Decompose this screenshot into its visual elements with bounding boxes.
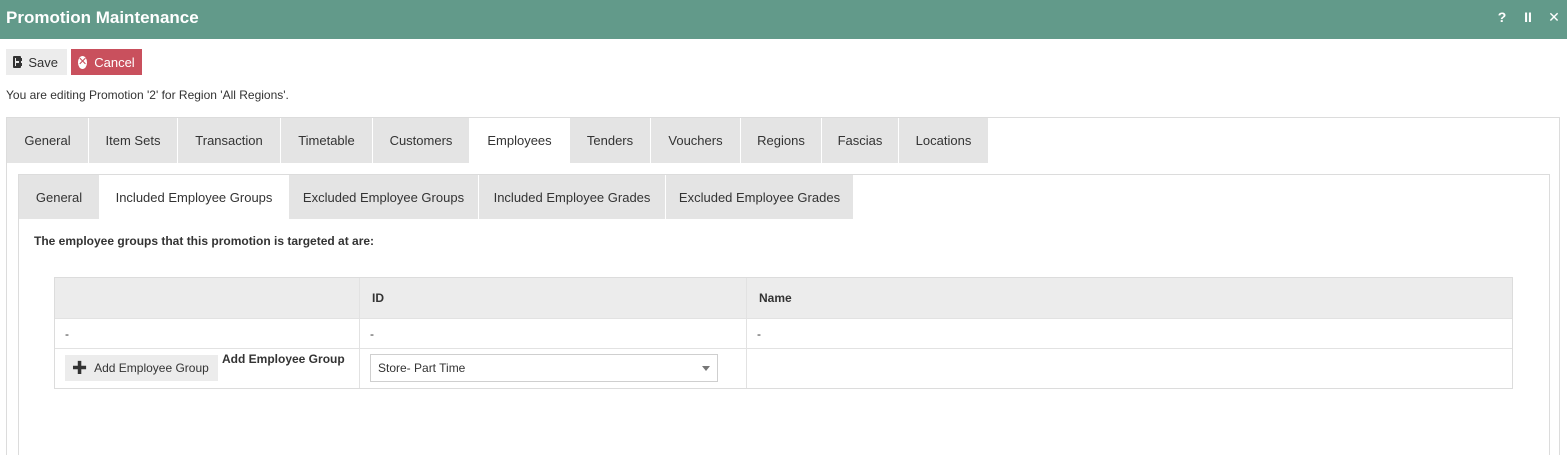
main-panel: General Item Sets Transaction Timetable … bbox=[6, 117, 1560, 455]
empty-cell bbox=[747, 349, 1512, 388]
tab-transaction[interactable]: Transaction bbox=[178, 118, 281, 163]
tab-fascias[interactable]: Fascias bbox=[822, 118, 899, 163]
floppy-disk-icon bbox=[13, 56, 23, 68]
tab-timetable[interactable]: Timetable bbox=[281, 118, 373, 163]
subtab-included-employee-grades[interactable]: Included Employee Grades bbox=[479, 175, 666, 219]
plus-icon: ✚ bbox=[72, 358, 88, 378]
employee-group-select-value: Store- Part Time bbox=[378, 361, 466, 375]
tab-tenders[interactable]: Tenders bbox=[570, 118, 651, 163]
window-title: Promotion Maintenance bbox=[6, 8, 199, 27]
close-icon[interactable]: ✕ bbox=[1547, 9, 1561, 26]
help-icon[interactable]: ? bbox=[1495, 9, 1509, 26]
tab-general[interactable]: General bbox=[7, 118, 89, 163]
section-heading: The employee groups that this promotion … bbox=[34, 234, 375, 248]
column-header-actions bbox=[55, 278, 360, 318]
employee-groups-table: ID Name - - - ✚ Add Employee Group Add E… bbox=[54, 277, 1513, 389]
table-header-row: ID Name bbox=[55, 278, 1512, 319]
table-cell: - bbox=[360, 319, 747, 348]
x-circle-icon: ✕ bbox=[78, 55, 88, 69]
employee-group-select[interactable]: Store- Part Time bbox=[370, 354, 718, 382]
subtab-included-employee-groups[interactable]: Included Employee Groups bbox=[100, 175, 289, 219]
add-employee-group-label: Add Employee Group bbox=[222, 352, 345, 366]
employee-subtabs: General Included Employee Groups Exclude… bbox=[19, 175, 854, 219]
tab-customers[interactable]: Customers bbox=[373, 118, 470, 163]
editing-notice: You are editing Promotion '2' for Region… bbox=[6, 88, 289, 102]
tab-employees[interactable]: Employees bbox=[470, 118, 570, 163]
subtab-excluded-employee-grades[interactable]: Excluded Employee Grades bbox=[666, 175, 854, 219]
employees-panel: General Included Employee Groups Exclude… bbox=[18, 174, 1550, 455]
add-employee-group-button[interactable]: ✚ Add Employee Group bbox=[65, 355, 218, 381]
cancel-button-label: Cancel bbox=[94, 54, 135, 70]
add-row: ✚ Add Employee Group Add Employee Group … bbox=[55, 349, 1512, 388]
cancel-button[interactable]: ✕ Cancel bbox=[71, 49, 142, 75]
select-cell: Store- Part Time bbox=[360, 349, 747, 388]
save-button[interactable]: Save bbox=[6, 49, 67, 75]
toolbar: Save ✕ Cancel bbox=[6, 49, 142, 75]
pause-icon[interactable]: II bbox=[1521, 9, 1535, 26]
tab-locations[interactable]: Locations bbox=[899, 118, 989, 163]
tab-vouchers[interactable]: Vouchers bbox=[651, 118, 741, 163]
column-header-id: ID bbox=[360, 278, 747, 318]
tab-regions[interactable]: Regions bbox=[741, 118, 822, 163]
subtab-excluded-employee-groups[interactable]: Excluded Employee Groups bbox=[289, 175, 479, 219]
title-bar: Promotion Maintenance ? II ✕ bbox=[0, 0, 1567, 39]
add-employee-group-button-label: Add Employee Group bbox=[94, 361, 209, 375]
table-cell: - bbox=[757, 326, 761, 341]
tab-item-sets[interactable]: Item Sets bbox=[89, 118, 178, 163]
subtab-general[interactable]: General bbox=[19, 175, 100, 219]
save-button-label: Save bbox=[28, 54, 58, 70]
add-cell: ✚ Add Employee Group Add Employee Group bbox=[55, 349, 360, 388]
chevron-down-icon bbox=[702, 366, 710, 371]
table-cell: - bbox=[55, 319, 360, 348]
table-row: - - - bbox=[55, 319, 1512, 349]
column-header-name: Name bbox=[759, 291, 792, 305]
main-tabs: General Item Sets Transaction Timetable … bbox=[7, 118, 989, 163]
